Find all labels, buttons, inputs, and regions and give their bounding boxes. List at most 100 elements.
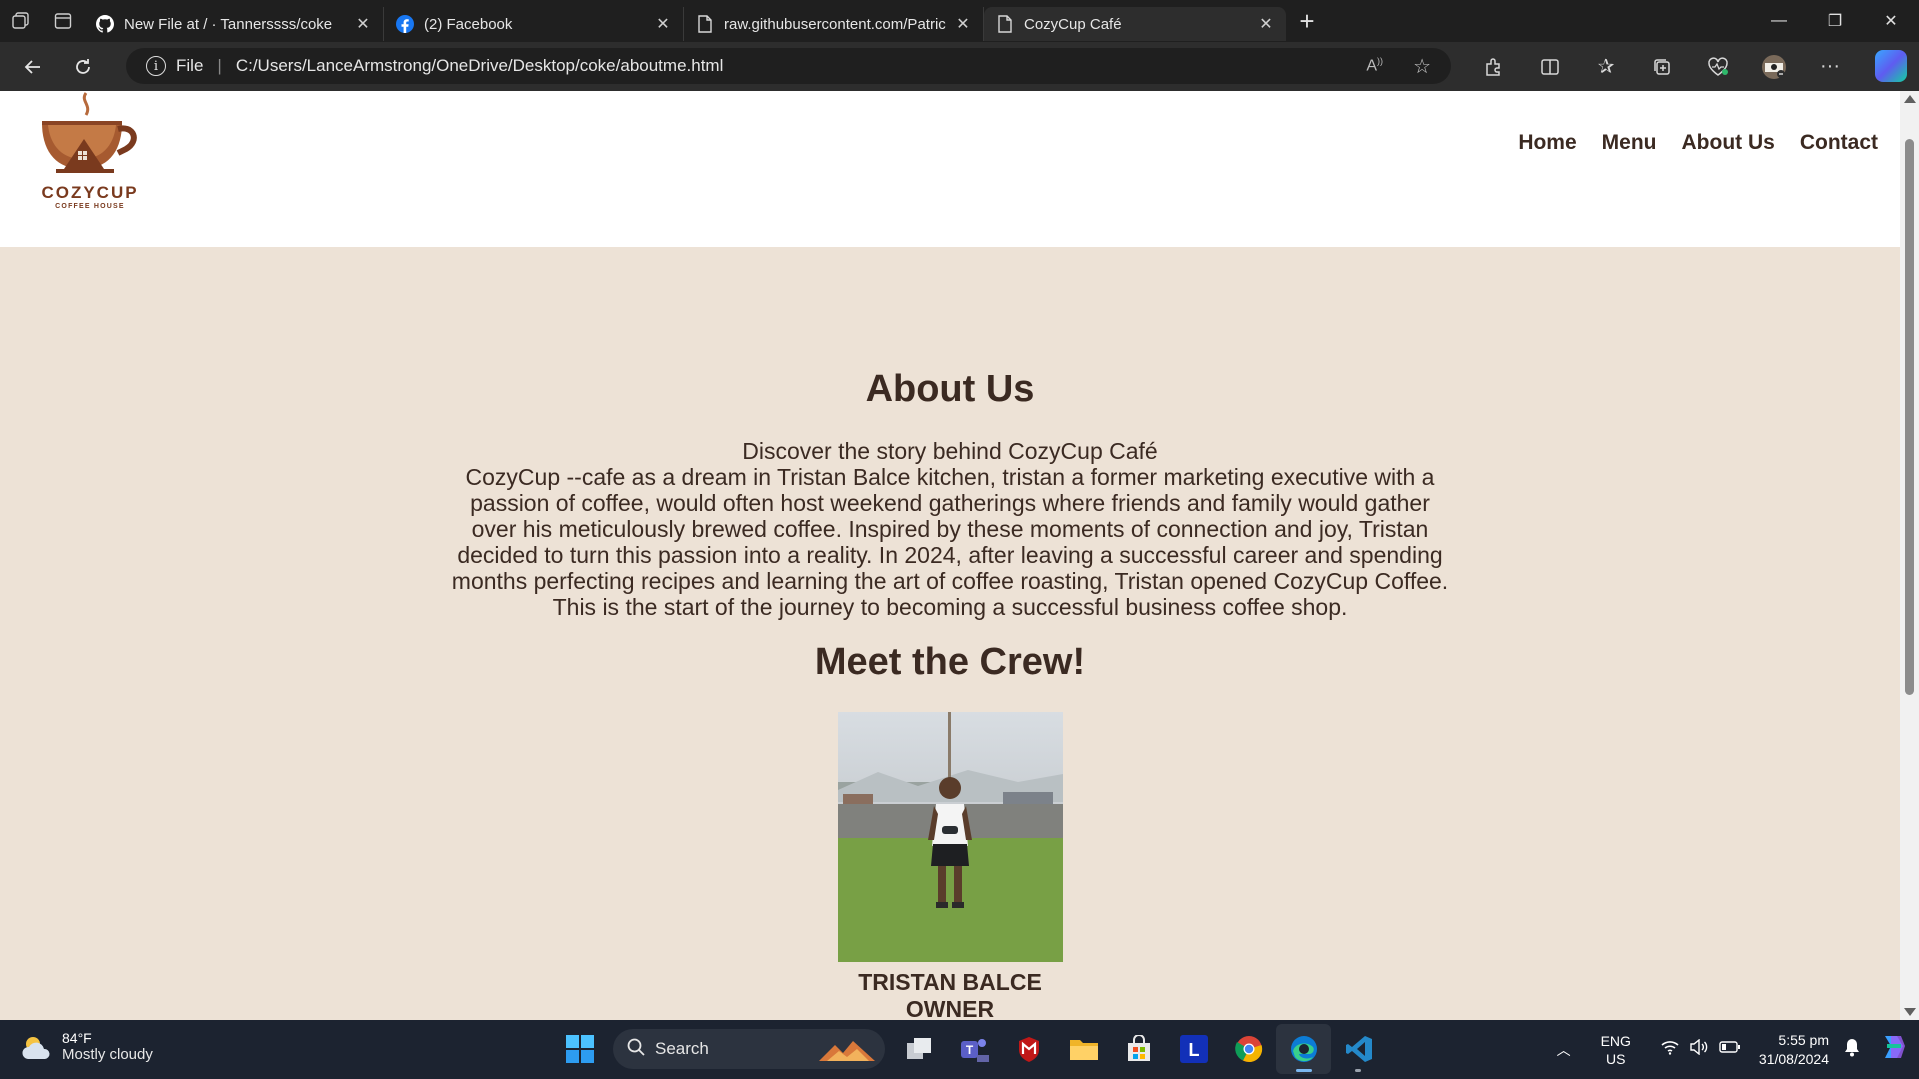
volume-icon[interactable] xyxy=(1689,1038,1709,1060)
scroll-down-arrow-icon[interactable] xyxy=(1904,1008,1916,1016)
url-text[interactable]: C:/Users/LanceArmstrong/OneDrive/Desktop… xyxy=(236,56,724,76)
cloudy-weather-icon xyxy=(22,1036,50,1059)
language-region: US xyxy=(1606,1050,1626,1067)
split-screen-icon[interactable] xyxy=(1522,47,1578,87)
close-icon[interactable]: ✕ xyxy=(353,14,373,34)
vscode-icon[interactable] xyxy=(1331,1024,1386,1074)
crew-member-name: TRISTAN BALCE xyxy=(858,969,1042,995)
file-explorer-icon[interactable] xyxy=(1056,1024,1111,1074)
task-view-icon[interactable] xyxy=(891,1024,946,1074)
language-indicator[interactable]: ENG US xyxy=(1601,1032,1631,1068)
favorites-icon[interactable]: ✰ xyxy=(1578,47,1634,87)
favorite-star-icon[interactable]: ☆ xyxy=(1413,54,1431,79)
system-tray: ︿ ENG US 5:55 pm 31/08/2024 xyxy=(1557,1020,1919,1079)
workspaces-icon[interactable] xyxy=(0,0,42,42)
copilot-taskbar-icon[interactable] xyxy=(1879,1032,1909,1067)
minimize-icon[interactable]: — xyxy=(1751,0,1807,42)
tab-title: CozyCup Café xyxy=(1024,15,1122,33)
about-title: About Us xyxy=(865,368,1035,410)
about-story: CozyCup --cafe as a dream in Tristan Bal… xyxy=(451,464,1449,620)
crew-member-role: OWNER xyxy=(905,996,995,1020)
nav-home-link[interactable]: Home xyxy=(1518,131,1576,155)
tab-title: (2) Facebook xyxy=(424,15,513,33)
tab-cozycup[interactable]: CozyCup Café ✕ xyxy=(984,7,1286,41)
scroll-up-arrow-icon[interactable] xyxy=(1904,95,1916,103)
weather-condition: Mostly cloudy xyxy=(62,1046,153,1063)
search-highlight-icon xyxy=(819,1041,875,1061)
language-code: ENG xyxy=(1600,1032,1631,1049)
crew-title: Meet the Crew! xyxy=(814,641,1086,683)
close-icon[interactable]: ✕ xyxy=(953,14,973,34)
clock-date: 31/08/2024 xyxy=(1758,1050,1829,1067)
mcafee-icon[interactable] xyxy=(1001,1024,1056,1074)
taskbar-search-box[interactable]: Search xyxy=(613,1029,885,1069)
crew-member-photo xyxy=(838,712,1063,962)
extensions-icon[interactable] xyxy=(1466,47,1522,87)
github-icon xyxy=(96,15,114,33)
edge-icon[interactable] xyxy=(1276,1024,1331,1074)
new-tab-button[interactable]: + xyxy=(1286,0,1328,42)
refresh-icon[interactable] xyxy=(60,47,106,87)
copilot-icon[interactable] xyxy=(1875,50,1907,82)
browser-toolbar: i File | C:/Users/LanceArmstrong/OneDriv… xyxy=(0,42,1919,91)
chrome-icon[interactable] xyxy=(1221,1024,1276,1074)
tab-title: raw.githubusercontent.com/Patric xyxy=(724,15,946,33)
taskbar-clock[interactable]: 5:55 pm 31/08/2024 xyxy=(1759,1031,1829,1069)
weather-widget[interactable]: 84°F Mostly cloudy xyxy=(20,1030,153,1063)
info-icon[interactable]: i xyxy=(146,56,166,76)
read-aloud-icon[interactable]: A)) xyxy=(1366,56,1383,75)
browser-tab-strip: New File at / · Tannerssss/coke ✕ (2) Fa… xyxy=(0,0,1919,42)
svg-text:T: T xyxy=(965,1043,973,1057)
back-arrow-icon[interactable] xyxy=(10,47,56,87)
divider: | xyxy=(217,56,222,75)
taskbar-apps: Search T L xyxy=(552,1024,1386,1074)
restore-icon[interactable]: ❐ xyxy=(1807,0,1863,42)
clock-time: 5:55 pm xyxy=(1778,1031,1829,1048)
wifi-icon[interactable] xyxy=(1661,1039,1679,1060)
file-icon xyxy=(996,15,1014,33)
nav-about-link[interactable]: About Us xyxy=(1682,131,1775,155)
windows-taskbar: 84°F Mostly cloudy Search T L ︿ ENG US 5… xyxy=(0,1020,1919,1079)
tab-actions-icon[interactable] xyxy=(42,0,84,42)
microsoft-store-icon[interactable] xyxy=(1111,1024,1166,1074)
close-icon[interactable]: ✕ xyxy=(1256,14,1276,34)
page-scrollbar[interactable] xyxy=(1900,91,1919,1020)
teams-icon[interactable]: T xyxy=(946,1024,1001,1074)
crew-member-caption: TRISTAN BALCE OWNER xyxy=(0,969,1900,1020)
file-scheme-label: File xyxy=(176,56,204,75)
tab-title: New File at / · Tannerssss/coke xyxy=(124,15,333,33)
search-label: Search xyxy=(655,1039,709,1058)
battery-icon[interactable] xyxy=(1719,1040,1741,1059)
site-nav: Home Menu About Us Contact xyxy=(1518,131,1878,155)
notification-bell-icon[interactable] xyxy=(1843,1037,1861,1062)
page-viewport: COZYCUP COFFEE HOUSE Home Menu About Us … xyxy=(0,91,1900,1020)
toolbar-icons: ✰ ··· xyxy=(1466,42,1858,91)
file-icon xyxy=(696,15,714,33)
more-options-icon[interactable]: ··· xyxy=(1802,47,1858,87)
tab-raw-github[interactable]: raw.githubusercontent.com/Patric ✕ xyxy=(684,7,984,41)
collections-icon[interactable] xyxy=(1634,47,1690,87)
logo-subtitle: COFFEE HOUSE xyxy=(55,203,125,210)
address-bar[interactable]: i File | C:/Users/LanceArmstrong/OneDriv… xyxy=(126,48,1451,84)
facebook-icon xyxy=(396,15,414,33)
tab-facebook[interactable]: (2) Facebook ✕ xyxy=(384,7,684,41)
site-header: COZYCUP COFFEE HOUSE Home Menu About Us … xyxy=(0,91,1900,247)
cozycup-logo[interactable]: COZYCUP COFFEE HOUSE xyxy=(34,91,146,221)
close-icon[interactable]: ✕ xyxy=(653,14,673,34)
tab-github[interactable]: New File at / · Tannerssss/coke ✕ xyxy=(84,7,384,41)
windows-start-icon[interactable] xyxy=(552,1024,607,1074)
window-controls: — ❐ ✕ xyxy=(1751,0,1919,42)
chevron-up-icon[interactable]: ︿ xyxy=(1557,1040,1571,1060)
nav-contact-link[interactable]: Contact xyxy=(1800,131,1878,155)
browser-essentials-icon[interactable] xyxy=(1690,47,1746,87)
about-intro: Discover the story behind CozyCup Café xyxy=(742,438,1158,464)
close-window-icon[interactable]: ✕ xyxy=(1863,0,1919,42)
nav-menu-link[interactable]: Menu xyxy=(1602,131,1657,155)
profile-avatar[interactable] xyxy=(1746,47,1802,87)
weather-temperature: 84°F xyxy=(62,1030,92,1046)
l-app-icon[interactable]: L xyxy=(1166,1024,1221,1074)
scrollbar-thumb[interactable] xyxy=(1905,139,1914,695)
coffee-cup-logo-icon xyxy=(42,92,137,173)
logo-title: COZYCUP xyxy=(41,183,139,202)
svg-text:L: L xyxy=(1188,1040,1199,1060)
